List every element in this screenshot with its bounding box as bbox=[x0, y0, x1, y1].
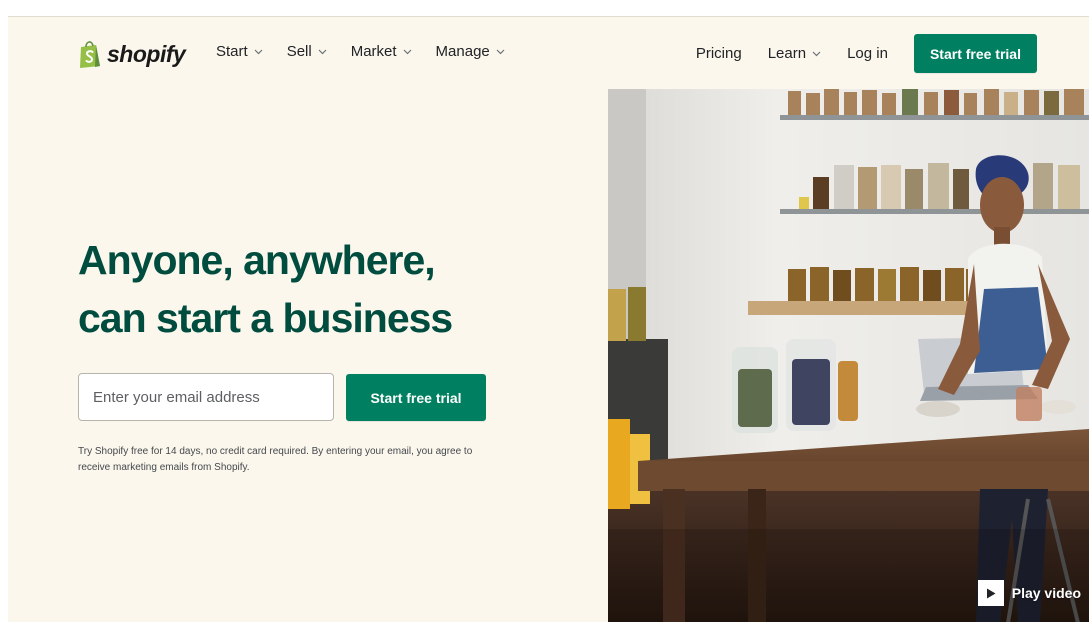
nav-item-label: Sell bbox=[286, 43, 312, 60]
nav-item-market[interactable]: Market bbox=[351, 43, 412, 60]
email-input[interactable] bbox=[78, 373, 334, 421]
nav-item-start[interactable]: Start bbox=[216, 43, 263, 60]
top-navigation: shopify Start Sell Market Manage Pricing… bbox=[8, 17, 1089, 89]
hero-headline-line-1: Anyone, anywhere, bbox=[78, 237, 436, 283]
play-video-label: Play video bbox=[1011, 585, 1081, 601]
hero-image: Play video bbox=[608, 89, 1089, 622]
nav-item-label: Learn bbox=[767, 45, 807, 62]
shopify-logo[interactable]: shopify bbox=[78, 37, 186, 71]
chevron-down-icon bbox=[403, 49, 411, 54]
chevron-down-icon bbox=[812, 51, 821, 56]
logo-wordmark: shopify bbox=[107, 40, 186, 67]
nav-item-sell[interactable]: Sell bbox=[287, 43, 327, 60]
trial-disclaimer: Try Shopify free for 14 days, no credit … bbox=[78, 446, 473, 473]
header-start-free-trial-button[interactable]: Start free trial bbox=[913, 34, 1037, 73]
hero-start-free-trial-button[interactable]: Start free trial bbox=[346, 374, 486, 421]
nav-item-learn[interactable]: Learn bbox=[768, 45, 821, 62]
play-icon bbox=[986, 588, 996, 598]
play-video-button[interactable]: Play video bbox=[977, 580, 1081, 606]
nav-item-pricing[interactable]: Pricing bbox=[696, 45, 742, 62]
hero-headline-line-2: can start a business bbox=[78, 295, 453, 341]
merchant-photo-illustration bbox=[608, 89, 1089, 622]
secondary-nav: Pricing Learn Log in Start free trial bbox=[696, 34, 1037, 73]
nav-item-label: Log in bbox=[847, 45, 888, 62]
primary-nav: Start Sell Market Manage bbox=[216, 43, 505, 60]
page: shopify Start Sell Market Manage Pricing… bbox=[8, 16, 1089, 622]
chevron-down-icon bbox=[496, 49, 505, 54]
nav-item-label: Market bbox=[350, 43, 397, 60]
chevron-down-icon bbox=[318, 49, 327, 54]
nav-item-login[interactable]: Log in bbox=[847, 45, 888, 62]
nav-item-label: Pricing bbox=[695, 45, 742, 62]
nav-item-manage[interactable]: Manage bbox=[436, 43, 505, 60]
nav-item-label: Manage bbox=[435, 43, 490, 60]
play-icon-box bbox=[977, 580, 1004, 606]
chevron-down-icon bbox=[254, 49, 263, 54]
shopping-bag-icon bbox=[80, 41, 100, 68]
nav-item-label: Start bbox=[216, 43, 248, 60]
hero-headline: Anyone, anywhere, can start a business bbox=[78, 231, 453, 347]
